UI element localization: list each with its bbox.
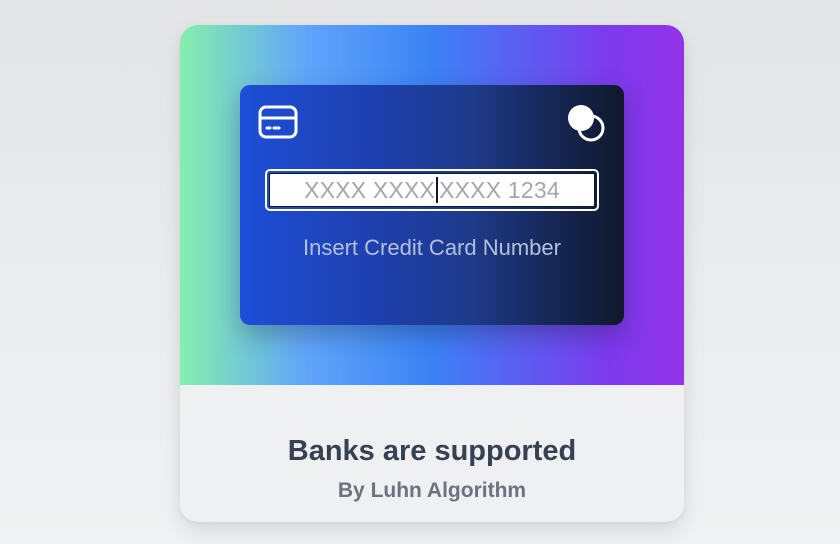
card-number-input[interactable]: XXXX XXXX XXXX 1234: [269, 173, 595, 207]
gradient-hero: XXXX XXXX XXXX 1234 Insert Credit Card Nu…: [180, 25, 684, 385]
caption-title: Banks are supported: [287, 435, 577, 467]
card-network-icon: [568, 105, 605, 142]
card-caption: Banks are supported By Luhn Algorithm: [180, 385, 684, 522]
credit-card-icon: [258, 105, 298, 139]
feature-card: XXXX XXXX XXXX 1234 Insert Credit Card Nu…: [180, 25, 684, 522]
credit-card: XXXX XXXX XXXX 1234 Insert Credit Card Nu…: [240, 85, 624, 325]
card-number-field[interactable]: XXXX XXXX XXXX 1234: [265, 169, 599, 211]
card-number-label: Insert Credit Card Number: [303, 235, 561, 260]
card-number-placeholder-start: XXXX XXXX: [304, 176, 436, 203]
caption-subtitle: By Luhn Algorithm: [337, 479, 527, 502]
card-number-placeholder-end: XXXX 1234: [439, 176, 560, 203]
text-caret: [436, 177, 439, 203]
